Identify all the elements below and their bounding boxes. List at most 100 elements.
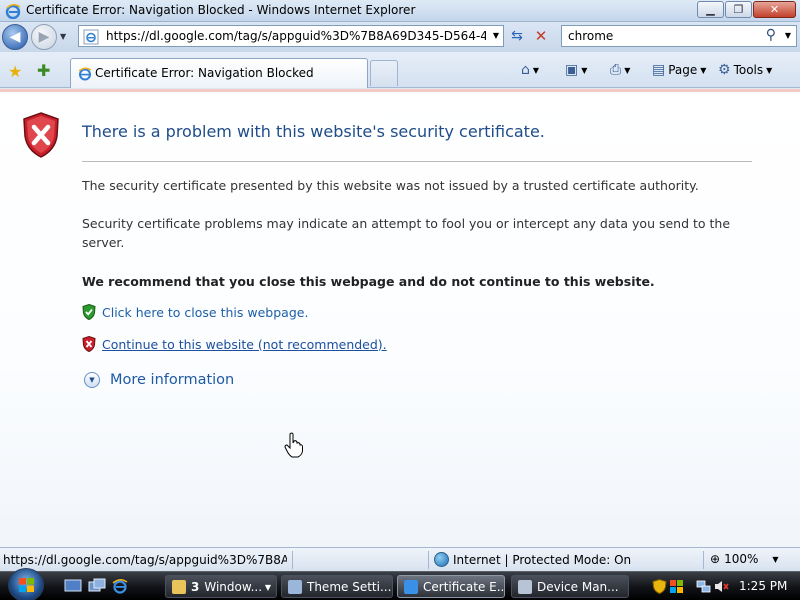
close-page-row: Click here to close this webpage. <box>82 304 308 320</box>
folder-icon <box>172 579 186 594</box>
forward-button[interactable]: ▶ <box>31 24 57 50</box>
ie-quicklaunch-icon[interactable] <box>111 578 129 594</box>
status-separator <box>292 551 293 569</box>
back-button[interactable]: ◀ <box>2 24 28 50</box>
more-information-toggle[interactable]: ▼ More information <box>84 372 234 388</box>
taskbar-label: Theme Setti... <box>307 579 392 594</box>
status-separator <box>703 551 704 569</box>
address-url[interactable]: https://dl.google.com/tag/s/appguid%3D%7… <box>106 29 486 43</box>
continue-row: Continue to this website (not recommende… <box>82 336 387 352</box>
window-title: Certificate Error: Navigation Blocked - … <box>26 3 416 17</box>
search-box[interactable]: chrome ⚲ ▼ <box>561 25 797 47</box>
show-desktop-icon[interactable] <box>64 578 82 594</box>
network-icon[interactable] <box>696 579 711 594</box>
security-shield-icon[interactable] <box>652 579 667 594</box>
rss-icon: ▣ <box>565 62 579 78</box>
warning-text: Security certificate problems may indica… <box>82 216 731 250</box>
ie-logo-icon <box>5 3 21 19</box>
window-count: 3 <box>191 579 200 594</box>
ie-task-icon <box>404 579 418 594</box>
group-dropdown-icon: ▼ <box>264 583 271 592</box>
clock[interactable]: 1:25 PM <box>739 579 787 593</box>
green-shield-icon <box>82 304 96 320</box>
taskbar-label: Certificate E... <box>423 579 505 594</box>
page-dropdown-icon: ▼ <box>700 65 707 75</box>
continue-to-website-link[interactable]: Continue to this website (not recommende… <box>102 337 387 352</box>
home-button[interactable]: ⌂ ▼ <box>521 62 539 78</box>
home-icon: ⌂ <box>521 62 530 78</box>
globe-icon <box>434 552 449 567</box>
printer-icon: ⎙ <box>610 62 622 78</box>
print-dropdown-icon: ▼ <box>624 65 631 75</box>
taskbar-certificate-error[interactable]: Certificate E... <box>397 575 505 598</box>
volume-muted-icon[interactable] <box>714 579 729 594</box>
switch-windows-icon[interactable] <box>88 578 106 594</box>
security-zone[interactable]: Internet | Protected Mode: On <box>434 552 631 567</box>
tab-ie-icon <box>78 67 92 81</box>
system-tray: 1:25 PM <box>648 575 800 598</box>
taskbar-windows-group[interactable]: 3 Window... ▼ <box>165 575 277 598</box>
page-icon: ▤ <box>652 62 666 78</box>
minimize-button[interactable]: ▁ <box>697 1 724 18</box>
address-toolbar: ◀ ▶ ▼ https://dl.google.com/tag/s/appgui… <box>0 22 800 52</box>
status-separator <box>428 551 429 569</box>
page-ie-icon <box>83 29 99 45</box>
zoom-level: 100% <box>724 552 759 566</box>
favorites-star-icon[interactable]: ★ <box>8 62 22 81</box>
taskbar-label: Window... <box>204 579 263 594</box>
close-window-button[interactable]: ✕ <box>753 1 796 18</box>
new-tab-button[interactable] <box>370 60 398 86</box>
feeds-button[interactable]: ▣ ▼ <box>565 62 587 78</box>
status-bar: https://dl.google.com/tag/s/appguid%3D%7… <box>0 547 800 571</box>
taskbar: 3 Window... ▼ Theme Setti... Certificate… <box>0 568 800 600</box>
print-button[interactable]: ⎙ ▼ <box>610 62 630 78</box>
taskbar-device-manager[interactable]: Device Man... <box>511 575 629 598</box>
theme-settings-icon <box>288 579 302 594</box>
zoom-dropdown-icon: ▼ <box>772 554 779 564</box>
zone-label: Internet | Protected Mode: On <box>453 552 632 567</box>
search-input[interactable]: chrome <box>568 29 613 43</box>
back-arrow-icon: ◀ <box>9 29 21 45</box>
tools-menu-button[interactable]: ⚙ Tools ▼ <box>718 62 772 78</box>
start-button[interactable] <box>8 568 44 600</box>
add-favorites-icon[interactable]: ✚ <box>37 61 50 80</box>
address-dropdown-icon[interactable]: ▼ <box>493 31 499 40</box>
address-bar[interactable]: https://dl.google.com/tag/s/appguid%3D%7… <box>78 25 504 47</box>
stop-icon[interactable]: ✕ <box>531 26 551 46</box>
tools-menu-label: Tools <box>733 63 764 77</box>
feeds-dropdown-icon: ▼ <box>581 65 588 75</box>
status-url: https://dl.google.com/tag/s/appguid%3D%7… <box>3 553 287 567</box>
search-dropdown-icon[interactable]: ▼ <box>785 31 791 40</box>
zoom-magnifier-icon: ⊕ <box>710 552 721 566</box>
tab-certificate-error[interactable]: Certificate Error: Navigation Blocked <box>70 58 368 88</box>
page-content: There is a problem with this website's s… <box>0 89 800 547</box>
home-dropdown-icon: ▼ <box>532 65 540 75</box>
device-manager-icon <box>518 579 532 594</box>
maximize-button[interactable]: ❐ <box>725 1 752 18</box>
description-text: The security certificate presented by th… <box>82 178 699 193</box>
title-bar: Certificate Error: Navigation Blocked - … <box>0 0 800 22</box>
red-shield-icon <box>82 336 96 352</box>
tab-label: Certificate Error: Navigation Blocked <box>95 66 314 80</box>
close-webpage-link[interactable]: Click here to close this webpage. <box>102 305 308 320</box>
divider <box>82 161 752 162</box>
page-menu-button[interactable]: ▤ Page ▼ <box>652 62 706 78</box>
hand-cursor-icon <box>284 432 303 458</box>
zoom-control[interactable]: ⊕ 100% ▼ <box>710 552 779 566</box>
refresh-icon[interactable]: ⇆ <box>507 26 527 46</box>
search-icon[interactable]: ⚲ <box>766 27 776 43</box>
forward-arrow-icon: ▶ <box>38 29 50 45</box>
gear-icon: ⚙ <box>718 62 731 78</box>
tools-dropdown-icon: ▼ <box>766 65 773 75</box>
page-menu-label: Page <box>668 63 698 77</box>
history-dropdown-icon[interactable]: ▼ <box>60 32 66 41</box>
chevron-down-icon: ▼ <box>84 372 100 388</box>
windows-flag-tray-icon[interactable] <box>669 579 684 594</box>
more-information-label: More information <box>110 372 235 388</box>
tab-toolbar: ★ ✚ Certificate Error: Navigation Blocke… <box>0 52 800 88</box>
recommendation-text: We recommend that you close this webpage… <box>82 274 655 289</box>
windows-logo-icon <box>19 578 34 592</box>
taskbar-theme-settings[interactable]: Theme Setti... <box>281 575 393 598</box>
taskbar-label: Device Man... <box>537 579 619 594</box>
error-shield-icon <box>23 112 59 158</box>
